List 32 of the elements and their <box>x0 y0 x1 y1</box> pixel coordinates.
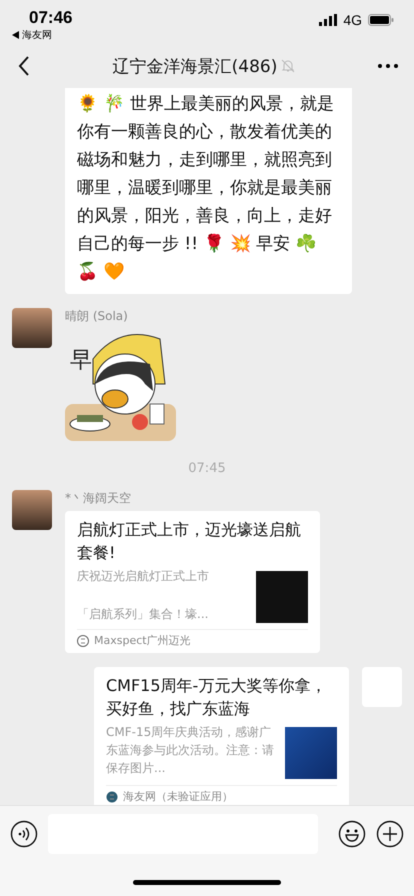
message-bubble: 🌻 🎋 世界上最美丽的风景，就是你有一颗善良的心，散发着优美的磁场和魅力，走到哪里，就照亮到哪里，温暖到哪里，你就是最美丽的风景，阳光，善良，向上，走好自己的每一步 !! 🌹 💥 早安 ☘ 🍒 🧡 <box>65 88 352 294</box>
app-source-icon <box>77 634 89 646</box>
avatar-photo[interactable] <box>12 490 52 530</box>
sticker-caption: 早 <box>70 348 92 373</box>
more-icon[interactable] <box>378 64 398 68</box>
card-summary: 「启航系列」集合！壕... <box>77 606 210 623</box>
network-label: 4G <box>343 12 362 28</box>
card-title: CMF15周年-万元大奖等你拿，买好鱼，找广东蓝海 <box>106 675 328 720</box>
card-summary: CMF-15周年庆典活动，感谢广东蓝海参与此次活动。注意：请保存图片... <box>106 724 275 777</box>
link-card[interactable]: 启航灯正式上市，迈光壕送启航套餐! 庆祝迈光启航灯正式上市 「启航系列」集合！壕... Maxspect广州迈光 <box>65 511 320 653</box>
chat-title: 辽宁金洋海景汇(486) <box>112 56 278 78</box>
message-time: 07:45 <box>187 460 227 476</box>
photo-placeholder <box>256 571 308 623</box>
signal-icon <box>319 14 338 26</box>
photo-placeholder <box>285 727 337 779</box>
card-title: 启航灯正式上市，迈光壕送启航套餐! <box>77 519 302 564</box>
sender-name: 晴朗 (Sola) <box>65 308 129 325</box>
back-app-link[interactable]: 海友网 <box>22 28 52 42</box>
battery-icon <box>368 14 394 26</box>
app-source-icon <box>106 790 118 802</box>
voice-icon[interactable] <box>10 820 38 848</box>
emoji-icon[interactable] <box>338 820 366 848</box>
card-source: 海友网（未验证应用） <box>123 789 233 804</box>
sender-name: *丶海阔天空 <box>65 490 132 507</box>
back-icon[interactable] <box>18 56 30 76</box>
back-triangle-icon <box>12 31 19 39</box>
card-summary: 庆祝迈光启航灯正式上市 <box>77 568 210 585</box>
avatar-photo[interactable] <box>12 308 52 348</box>
link-card[interactable]: CMF15周年-万元大奖等你拿，买好鱼，找广东蓝海 CMF-15周年庆典活动，感谢广东蓝海参与此次活动。注意：请保存图片... 海友网（未验证应用） <box>94 667 349 805</box>
card-source: Maxspect广州迈光 <box>94 633 191 648</box>
add-icon[interactable] <box>376 820 404 848</box>
status-time: 07:46 <box>29 8 72 28</box>
